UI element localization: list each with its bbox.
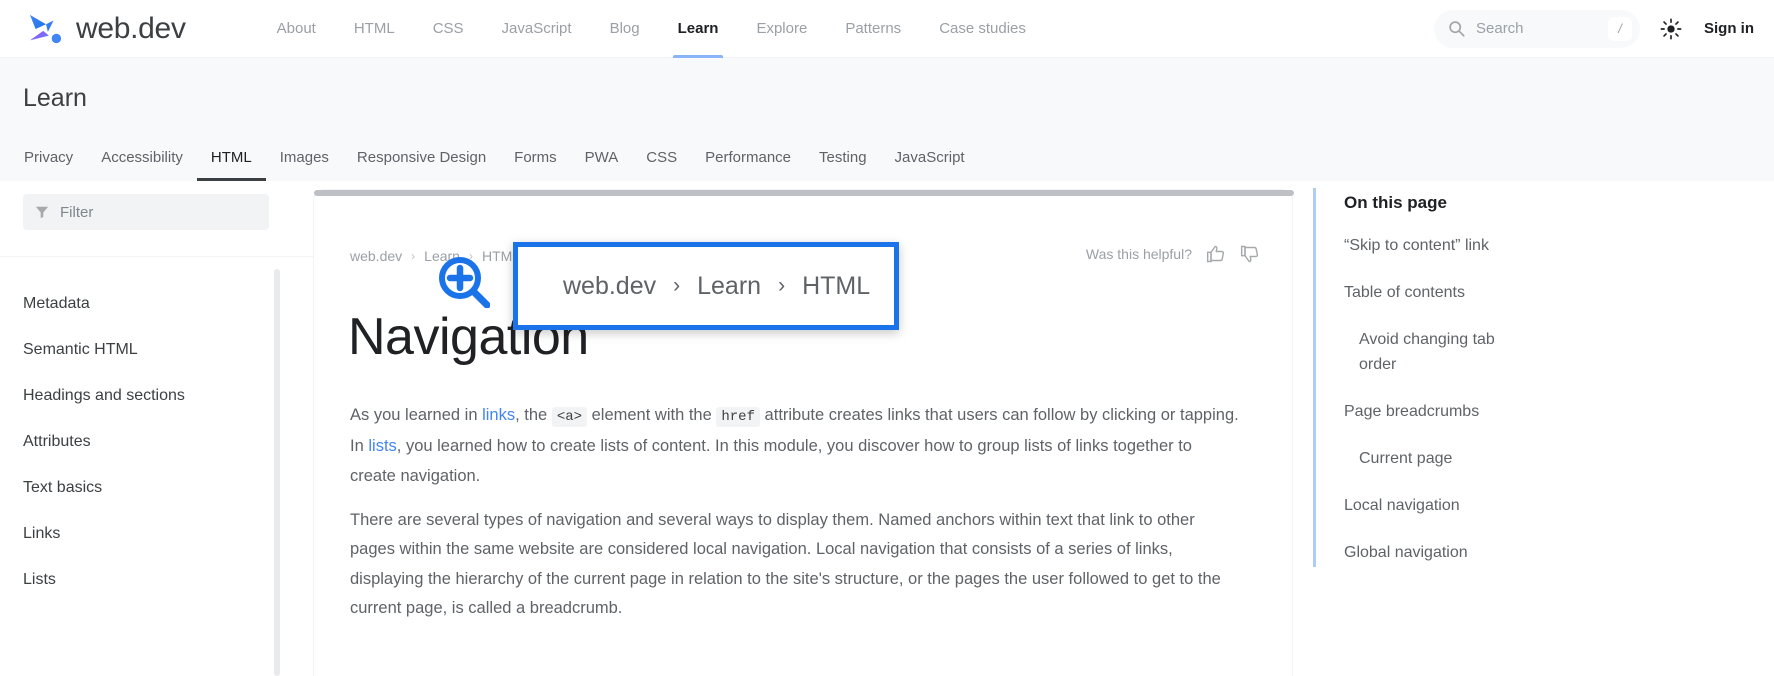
intro-paragraph: As you learned in links, the <a> element…	[350, 401, 1240, 492]
module-nav-list: Metadata Semantic HTML Headings and sect…	[0, 256, 313, 676]
code-href-attribute: href	[716, 407, 760, 427]
search-shortcut-badge: /	[1608, 17, 1632, 41]
topnav-item-about[interactable]: About	[258, 0, 335, 58]
link-lists[interactable]: lists	[368, 437, 396, 455]
otp-item-table-of-contents[interactable]: Table of contents	[1344, 280, 1744, 305]
tab-css[interactable]: CSS	[632, 133, 691, 181]
breadcrumb: web.dev › Learn › HTML	[350, 248, 520, 264]
header-actions: Search / Sign in	[1434, 10, 1754, 48]
otp-item-global-navigation[interactable]: Global navigation	[1344, 540, 1744, 565]
breadcrumb-separator-icon: ›	[411, 249, 415, 263]
breadcrumb-separator-icon: ›	[469, 249, 473, 263]
on-this-page-sidebar: On this page “Skip to content” link Tabl…	[1313, 181, 1774, 676]
zoomed-breadcrumb-item-learn: Learn	[697, 272, 761, 301]
tab-pwa[interactable]: PWA	[571, 133, 633, 181]
thumb-down-icon[interactable]	[1240, 244, 1260, 264]
page-section-title: Learn	[23, 84, 87, 113]
section-tabs: Privacy Accessibility HTML Images Respon…	[10, 133, 979, 181]
tab-javascript[interactable]: JavaScript	[881, 133, 979, 181]
otp-item-local-navigation[interactable]: Local navigation	[1344, 493, 1744, 518]
zoomed-breadcrumb-separator-icon: ›	[673, 274, 680, 298]
brand-logo-link[interactable]: web.dev	[27, 12, 186, 46]
tab-accessibility[interactable]: Accessibility	[87, 133, 197, 181]
sidebar-item-metadata[interactable]: Metadata	[0, 281, 313, 327]
search-input[interactable]: Search /	[1434, 10, 1640, 48]
sidebar-item-lists[interactable]: Lists	[0, 557, 313, 603]
zoomed-breadcrumb-item-html: HTML	[802, 272, 870, 301]
topnav-item-patterns[interactable]: Patterns	[826, 0, 920, 58]
sidebar-item-semantic-html[interactable]: Semantic HTML	[0, 327, 313, 373]
sidebar-scrollbar[interactable]	[274, 269, 280, 676]
thumb-up-icon[interactable]	[1206, 244, 1226, 264]
filter-placeholder: Filter	[60, 204, 93, 221]
on-this-page-title: On this page	[1344, 193, 1447, 213]
second-paragraph: There are several types of navigation an…	[350, 506, 1240, 624]
feedback-widget: Was this helpful?	[1086, 244, 1260, 264]
zoomed-breadcrumb-separator-icon: ›	[778, 274, 785, 298]
tab-html[interactable]: HTML	[197, 133, 266, 181]
left-sidebar: Filter Metadata Semantic HTML Headings a…	[0, 181, 313, 676]
p1-text-b: , the	[515, 406, 552, 424]
otp-item-current-page[interactable]: Current page	[1344, 446, 1534, 471]
topnav-item-css[interactable]: CSS	[414, 0, 483, 58]
topnav-item-learn[interactable]: Learn	[659, 0, 738, 58]
theme-toggle-button[interactable]	[1658, 16, 1684, 42]
feedback-label: Was this helpful?	[1086, 246, 1192, 262]
topnav-item-html[interactable]: HTML	[335, 0, 414, 58]
p1-text-e: , you learned how to create lists of con…	[350, 437, 1192, 485]
content-scrollbar[interactable]	[314, 190, 1294, 196]
sidebar-item-links[interactable]: Links	[0, 511, 313, 557]
tab-forms[interactable]: Forms	[500, 133, 571, 181]
on-this-page-list: “Skip to content” link Table of contents…	[1344, 233, 1744, 587]
zoomed-breadcrumb-item-webdev: web.dev	[563, 272, 656, 301]
filter-input[interactable]: Filter	[23, 194, 269, 230]
primary-nav: About HTML CSS JavaScript Blog Learn Exp…	[258, 0, 1045, 58]
otp-item-avoid-changing-tab-order[interactable]: Avoid changing tab order	[1344, 327, 1534, 377]
breadcrumb-item-learn[interactable]: Learn	[424, 248, 460, 264]
topnav-item-explore[interactable]: Explore	[737, 0, 826, 58]
search-placeholder: Search	[1476, 20, 1608, 37]
otp-item-skip-to-content-link[interactable]: “Skip to content” link	[1344, 233, 1744, 258]
topnav-item-blog[interactable]: Blog	[591, 0, 659, 58]
search-icon	[1448, 20, 1465, 37]
tab-testing[interactable]: Testing	[805, 133, 881, 181]
sidebar-item-headings-and-sections[interactable]: Headings and sections	[0, 373, 313, 419]
page-root: web.dev About HTML CSS JavaScript Blog L…	[0, 0, 1774, 676]
tab-responsive-design[interactable]: Responsive Design	[343, 133, 500, 181]
zoom-callout-box: web.dev › Learn › HTML	[513, 242, 899, 330]
code-anchor-element: <a>	[552, 407, 587, 427]
sign-in-button[interactable]: Sign in	[1704, 20, 1754, 37]
breadcrumb-item-webdev[interactable]: web.dev	[350, 248, 402, 264]
tab-performance[interactable]: Performance	[691, 133, 805, 181]
topnav-item-case-studies[interactable]: Case studies	[920, 0, 1045, 58]
filter-funnel-icon	[35, 205, 49, 219]
zoomed-breadcrumb: web.dev › Learn › HTML	[563, 272, 870, 301]
section-header: Learn Privacy Accessibility HTML Images …	[0, 58, 1774, 181]
global-header: web.dev About HTML CSS JavaScript Blog L…	[0, 0, 1774, 58]
p1-text-a: As you learned in	[350, 406, 482, 424]
p1-text-c: element with the	[587, 406, 716, 424]
webdev-logo-icon	[27, 12, 65, 46]
sidebar-item-text-basics[interactable]: Text basics	[0, 465, 313, 511]
tab-images[interactable]: Images	[266, 133, 343, 181]
otp-item-page-breadcrumbs[interactable]: Page breadcrumbs	[1344, 399, 1744, 424]
otp-vertical-rule	[1313, 188, 1316, 567]
tab-privacy[interactable]: Privacy	[10, 133, 87, 181]
sidebar-item-attributes[interactable]: Attributes	[0, 419, 313, 465]
link-links[interactable]: links	[482, 406, 515, 424]
brand-name: web.dev	[76, 12, 186, 46]
sun-icon	[1660, 18, 1682, 40]
topnav-item-javascript[interactable]: JavaScript	[483, 0, 591, 58]
